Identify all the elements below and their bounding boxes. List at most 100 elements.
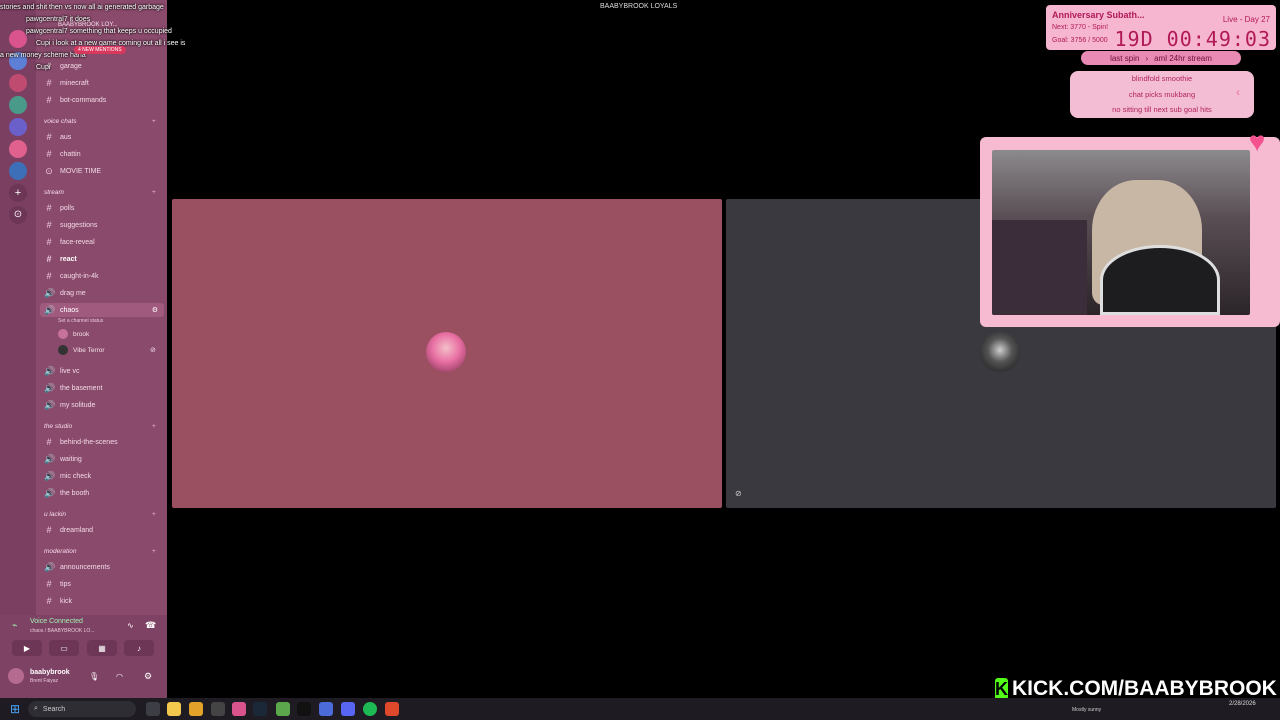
channel-mic-check[interactable]: 🔊 mic check	[44, 469, 91, 483]
category-stream[interactable]: stream +	[44, 189, 156, 201]
channel-status-prompt[interactable]: Set a channel status	[58, 314, 103, 328]
voice-member[interactable]: Vibe Terror ⊘	[58, 343, 156, 357]
channel-label: aus	[60, 133, 72, 141]
channel-live-vc[interactable]: 🔊 live vc	[44, 364, 79, 378]
screen-share-button[interactable]: ▭	[49, 640, 79, 656]
add-server-icon[interactable]: +	[9, 184, 27, 202]
channel-face-reveal[interactable]: # face-reveal	[44, 235, 95, 249]
channel-kick[interactable]: # kick	[44, 594, 72, 608]
app-icon[interactable]	[232, 702, 246, 716]
app-icon[interactable]	[319, 702, 333, 716]
category-the-studio[interactable]: the studio +	[44, 423, 156, 435]
search-placeholder: Search	[42, 705, 66, 713]
channel-polls[interactable]: # polls	[44, 201, 74, 215]
server-rail: + ⊙	[0, 0, 36, 698]
mentions-badge[interactable]: 4 NEW MENTIONS	[74, 46, 126, 54]
explore-icon[interactable]: ⊙	[9, 206, 27, 224]
add-channel-icon[interactable]: +	[152, 423, 156, 430]
soundboard-icon: ♪	[137, 643, 141, 653]
video-tile-brook[interactable]	[172, 199, 722, 508]
category-moderation[interactable]: moderation +	[44, 548, 156, 560]
channel-movie-time[interactable]: ⊙ MOVIE TIME	[44, 164, 101, 178]
tiktok-icon[interactable]	[297, 702, 311, 716]
channel-label: face-reveal	[60, 238, 95, 246]
channel-suggestions[interactable]: # suggestions	[44, 218, 97, 232]
channel-drag-me[interactable]: 🔊 drag me	[44, 286, 86, 300]
voice-channel-path: chaos / BAABYBROOK LO...	[30, 628, 95, 634]
server-name[interactable]: BAABYBROOK LOY...	[58, 22, 118, 28]
wheel-pointer-icon: ‹	[1236, 85, 1240, 99]
disconnect-icon[interactable]: ☎	[145, 620, 156, 631]
server-icon[interactable]	[9, 96, 27, 114]
spotify-icon[interactable]	[363, 702, 377, 716]
channel-label: chaos	[60, 306, 79, 314]
activities-button[interactable]: ▦	[87, 640, 117, 656]
soundboard-button[interactable]: ♪	[124, 640, 154, 656]
server-icon[interactable]	[9, 74, 27, 92]
category-label: voice chats	[44, 118, 77, 125]
channel-caught-in-4k[interactable]: # caught-in-4k	[44, 269, 98, 283]
settings-icon[interactable]: ⚙	[152, 306, 158, 314]
taskbar-search[interactable]: ⌕ Search	[28, 701, 136, 717]
avatar	[426, 332, 466, 372]
channel-label: polls	[60, 204, 75, 212]
channel-my-solitude[interactable]: 🔊 my solitude	[44, 398, 95, 412]
camera-button[interactable]: ▶	[12, 640, 42, 656]
xbox-icon[interactable]	[276, 702, 290, 716]
wheel-item: blindfold smoothie	[1131, 74, 1193, 83]
mic-muted-icon: ⊘	[150, 347, 156, 354]
channel-react[interactable]: # react	[44, 252, 76, 266]
weather-label[interactable]: Mostly sunny	[1072, 707, 1101, 713]
add-channel-icon[interactable]: +	[152, 548, 156, 555]
voice-connected-label[interactable]: Voice Connected	[30, 618, 83, 625]
server-icon[interactable]	[9, 162, 27, 180]
add-channel-icon[interactable]: +	[152, 511, 156, 518]
folder-icon[interactable]	[189, 702, 203, 716]
user-name: baabybrook	[30, 669, 70, 676]
channel-the-basement[interactable]: 🔊 the basement	[44, 381, 102, 395]
taskbar-date[interactable]: 2/28/2026	[1229, 701, 1256, 707]
goal-progress: Goal: 3756 / 5000	[1052, 37, 1108, 44]
webcam-feed	[992, 150, 1250, 315]
speaker-icon: 🔊	[44, 304, 56, 315]
voice-member[interactable]: brook	[58, 327, 89, 341]
discord-icon[interactable]	[341, 702, 355, 716]
channel-chattin[interactable]: # chattin	[44, 147, 80, 161]
add-channel-icon[interactable]: +	[152, 118, 156, 125]
category-voice-chats[interactable]: voice chats +	[44, 118, 156, 130]
channel-tips[interactable]: # tips	[44, 577, 70, 591]
noise-suppression-icon[interactable]: ∿	[127, 621, 134, 630]
task-view-icon[interactable]	[146, 702, 160, 716]
hash-icon: #	[46, 271, 52, 281]
add-channel-icon[interactable]: +	[152, 189, 156, 196]
channel-behind-the-scenes[interactable]: # behind-the-scenes	[44, 435, 117, 449]
channel-bot-commands[interactable]: # bot-commands	[44, 93, 106, 107]
obs-icon[interactable]	[211, 702, 225, 716]
chat-line: stories and shit then vs now all ai gene…	[0, 4, 164, 11]
channel-waiting[interactable]: 🔊 waiting	[44, 452, 82, 466]
microphone-icon[interactable]: 🎙	[89, 672, 99, 681]
channel-minecraft[interactable]: # minecraft	[44, 76, 88, 90]
channel-the-booth[interactable]: 🔊 the booth	[44, 486, 89, 500]
steam-icon[interactable]	[253, 702, 267, 716]
category-label: the studio	[44, 423, 73, 430]
channel-aus[interactable]: # aus	[44, 130, 71, 144]
windows-start-icon[interactable]: ⊞	[10, 702, 24, 716]
wheel-item: no sitting till next sub goal hits	[1112, 105, 1212, 114]
brave-icon[interactable]	[385, 702, 399, 716]
channel-announcements[interactable]: 🔊 announcements	[44, 560, 110, 574]
hash-icon: #	[46, 596, 52, 606]
avatar	[58, 329, 68, 339]
mic-muted-icon: ⊘	[735, 489, 742, 498]
category-label: u lackin	[44, 511, 67, 518]
avatar[interactable]	[8, 668, 24, 684]
category-u-lackin[interactable]: u lackin +	[44, 511, 156, 523]
screen-share-icon: ▭	[60, 643, 68, 653]
file-explorer-icon[interactable]	[167, 702, 181, 716]
blanket	[992, 220, 1087, 315]
server-icon[interactable]	[9, 140, 27, 158]
server-icon[interactable]	[9, 118, 27, 136]
channel-dreamland[interactable]: # dreamland	[44, 523, 93, 537]
settings-icon[interactable]: ⚙	[144, 671, 152, 682]
headphones-icon[interactable]: ◠	[116, 672, 123, 681]
